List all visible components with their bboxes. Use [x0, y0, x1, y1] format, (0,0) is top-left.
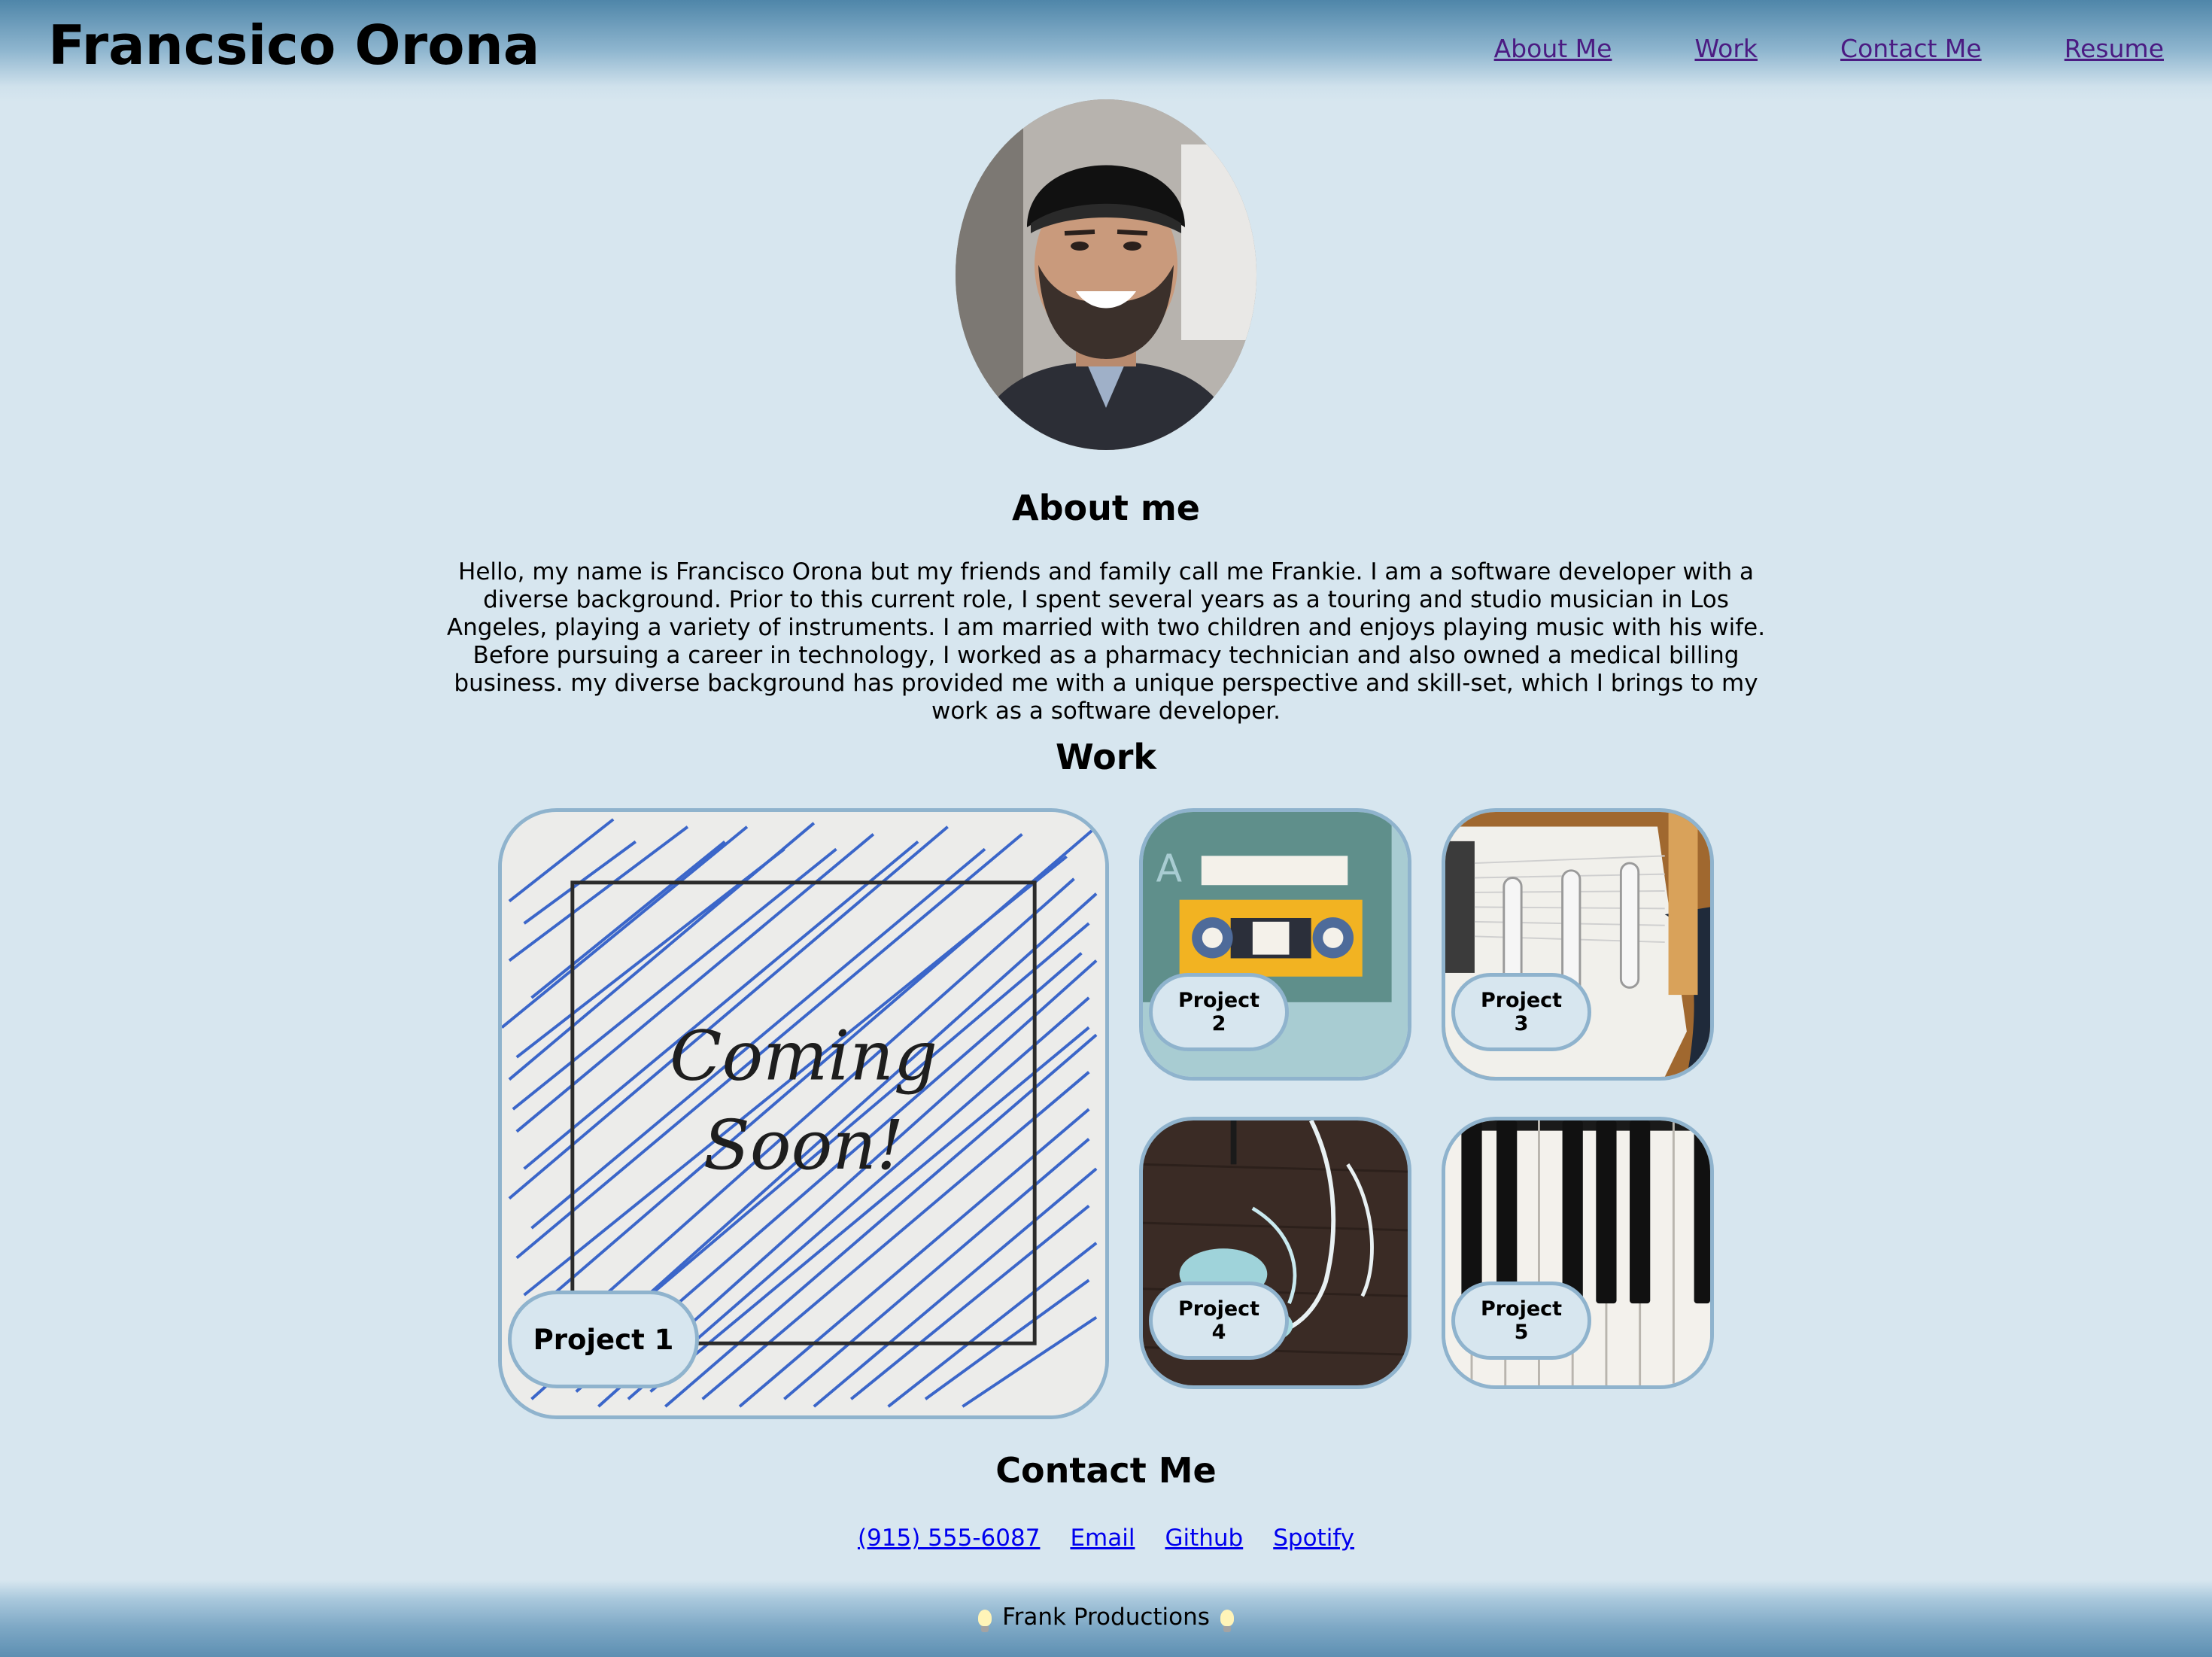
project-card-3[interactable]: Project 3 [1442, 808, 1714, 1081]
project-card-5[interactable]: Project 5 [1442, 1117, 1714, 1389]
site-title: Francsico Orona [48, 14, 540, 77]
site-footer: Frank Productions [0, 1580, 2212, 1657]
site-header: Francsico Orona About Me Work Contact Me… [0, 0, 2212, 102]
footer-text-row: Frank Productions [0, 1600, 2212, 1634]
profile-photo [956, 99, 1256, 450]
project-1-label: Project 1 [508, 1291, 699, 1388]
work-heading: Work [1056, 737, 1156, 777]
nav-link-about-me[interactable]: About Me [1494, 30, 1612, 68]
cassette-side-letter: A [1156, 846, 1183, 890]
nav-link-resume[interactable]: Resume [2065, 30, 2164, 68]
profile-photo-image [956, 99, 1256, 450]
project-5-label: Project 5 [1451, 1282, 1591, 1360]
project-3-label: Project 3 [1451, 973, 1591, 1051]
github-link[interactable]: Github [1165, 1522, 1243, 1555]
phone-link[interactable]: (915) 555-6087 [858, 1522, 1040, 1555]
coming-soon-text-line2: Soon! [703, 1106, 904, 1185]
lightbulb-icon [1220, 1610, 1234, 1632]
about-heading: About me [1011, 488, 1200, 528]
spotify-link[interactable]: Spotify [1273, 1522, 1354, 1555]
nav-link-work[interactable]: Work [1694, 30, 1758, 68]
project-card-4[interactable]: Project 4 [1139, 1117, 1411, 1389]
footer-label: Frank Productions [1002, 1604, 1210, 1631]
lightbulb-icon [978, 1610, 992, 1632]
project-4-label: Project 4 [1149, 1282, 1289, 1360]
project-card-1[interactable]: Coming Soon! Project 1 [498, 808, 1109, 1419]
email-link[interactable]: Email [1070, 1522, 1135, 1555]
coming-soon-text-line1: Coming [670, 1017, 937, 1096]
nav-link-contact-me[interactable]: Contact Me [1840, 30, 1982, 68]
project-2-label: Project 2 [1149, 973, 1289, 1051]
contact-links: (915) 555-6087 Email Github Spotify [0, 1522, 2212, 1555]
main-nav: About Me Work Contact Me Resume [1494, 30, 2164, 68]
project-card-2[interactable]: A Project 2 [1139, 808, 1411, 1081]
contact-heading: Contact Me [995, 1450, 1217, 1491]
about-paragraph: Hello, my name is Francisco Orona but my… [446, 558, 1766, 725]
